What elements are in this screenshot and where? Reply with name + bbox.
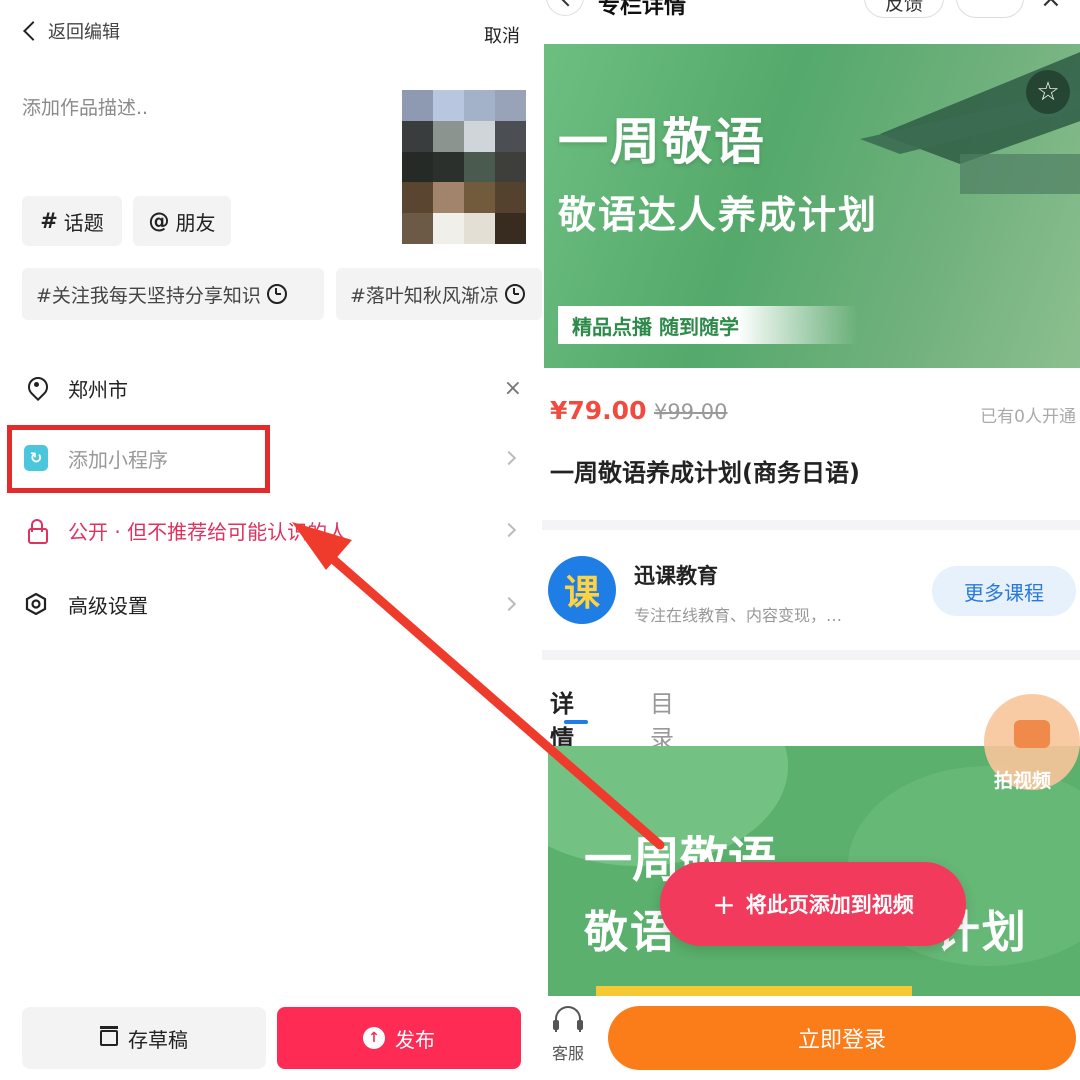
organization-row[interactable]: 课 迅课教育 专注在线教育、内容变现，… 更多课程: [542, 544, 1080, 640]
location-label: 郑州市: [68, 377, 128, 402]
back-label: 返回编辑: [48, 22, 120, 43]
privacy-row[interactable]: 公开 · 但不推荐给可能认识的人: [0, 500, 542, 560]
camera-icon: [1014, 720, 1050, 748]
location-row[interactable]: 郑州市 ×: [0, 358, 542, 418]
video-cover-thumbnail[interactable]: [402, 90, 526, 244]
unlock-icon: [24, 518, 48, 544]
bottom-action-bar: 客服 立即登录: [542, 996, 1080, 1080]
hashtag-icon: #: [40, 209, 58, 233]
more-options-button[interactable]: [956, 0, 1024, 18]
banner-title: 一周敬语: [558, 113, 766, 171]
suggested-tag[interactable]: #落叶知秋风渐凉: [336, 268, 542, 320]
course-cover-banner: ☆ 一周敬语 敬语达人养成计划 精品点播 随到随学: [544, 44, 1080, 368]
course-title: 一周敬语养成计划(商务日语): [550, 459, 860, 487]
temple-roof-illustration: [860, 52, 1080, 194]
plus-icon: +: [712, 887, 736, 921]
location-pin-icon: [24, 376, 48, 400]
organization-logo: 课: [548, 556, 616, 624]
advanced-settings-label: 高级设置: [68, 593, 148, 618]
upload-arrow-icon: ↑: [363, 1027, 385, 1049]
chevron-left-icon: [23, 21, 43, 41]
shoot-video-button[interactable]: 拍视频: [984, 694, 1080, 806]
banner-tagline: 精品点播 随到随学: [558, 306, 858, 344]
back-button[interactable]: [546, 0, 584, 16]
course-detail-panel: 专栏详情 反馈 × ☆ 一周敬语 敬语达人养成计划 精品点播 随到随学 ¥79.…: [542, 0, 1080, 1080]
mention-friend-button[interactable]: @ 朋友: [133, 196, 231, 246]
headset-icon: [553, 1006, 583, 1032]
shoot-video-label: 拍视频: [994, 770, 1052, 792]
description-input[interactable]: 添加作品描述..: [22, 93, 148, 120]
organization-description: 专注在线教育、内容变现，…: [634, 606, 843, 625]
back-to-edit-button[interactable]: 返回编辑: [20, 18, 120, 44]
add-page-label: 将此页添加到视频: [745, 893, 914, 917]
publish-editor-panel: 返回编辑 取消 添加作品描述.. # 话题 @ 朋友 #关注我每天坚持分享知识 …: [0, 0, 542, 1080]
topic-label: 话题: [63, 210, 104, 235]
publish-button[interactable]: ↑ 发布: [277, 1007, 521, 1069]
settings-hex-icon: [24, 592, 48, 616]
privacy-label: 公开 · 但不推荐给可能认识的人: [68, 519, 348, 544]
login-button[interactable]: 立即登录: [608, 1006, 1076, 1070]
tab-details[interactable]: 详情: [550, 684, 588, 754]
chevron-right-icon: [501, 522, 517, 538]
page-title: 专栏详情: [598, 0, 687, 19]
favorite-star-icon[interactable]: ☆: [1026, 70, 1070, 114]
close-icon[interactable]: ×: [1040, 0, 1062, 14]
friend-label: 朋友: [175, 210, 216, 235]
feedback-button[interactable]: 反馈: [864, 0, 944, 18]
original-price: ¥99.00: [654, 400, 728, 424]
topic-button[interactable]: # 话题: [22, 196, 122, 246]
draft-box-icon: [100, 1026, 118, 1046]
service-label: 客服: [551, 1044, 584, 1063]
organization-name: 迅课教育: [634, 564, 718, 588]
clock-icon: [266, 284, 287, 304]
save-draft-button[interactable]: 存草稿: [22, 1007, 266, 1069]
clock-icon: [504, 284, 525, 304]
banner-subtitle: 敬语达人养成计划: [558, 193, 879, 237]
editor-topbar: 返回编辑 取消: [0, 0, 542, 66]
chevron-right-icon: [501, 450, 517, 466]
at-icon: @: [148, 209, 170, 233]
highlight-box: [7, 425, 270, 493]
customer-service-button[interactable]: 客服: [550, 1006, 586, 1064]
course-topbar: 专栏详情 反馈 ×: [542, 0, 1080, 26]
section-divider: [542, 520, 1080, 530]
draft-label: 存草稿: [128, 1027, 188, 1052]
cancel-button[interactable]: 取消: [484, 22, 520, 48]
suggested-tag-label: #关注我每天坚持分享知识: [36, 284, 261, 307]
publish-label: 发布: [395, 1027, 435, 1052]
clear-location-icon[interactable]: ×: [504, 376, 522, 401]
section-divider: [542, 650, 1080, 660]
price-row: ¥79.00 ¥99.00 已有0人开通: [550, 396, 1080, 432]
advanced-settings-row[interactable]: 高级设置: [0, 574, 542, 634]
add-page-to-video-button[interactable]: + 将此页添加到视频: [660, 862, 966, 946]
chevron-right-icon: [501, 596, 517, 612]
suggested-tag[interactable]: #关注我每天坚持分享知识: [22, 268, 324, 320]
more-courses-button[interactable]: 更多课程: [932, 566, 1076, 616]
current-price: ¥79.00: [550, 396, 647, 425]
tab-catalog[interactable]: 目录: [650, 684, 674, 754]
suggested-tag-label: #落叶知秋风渐凉: [350, 284, 499, 307]
enrolled-count: 已有0人开通: [980, 407, 1076, 427]
